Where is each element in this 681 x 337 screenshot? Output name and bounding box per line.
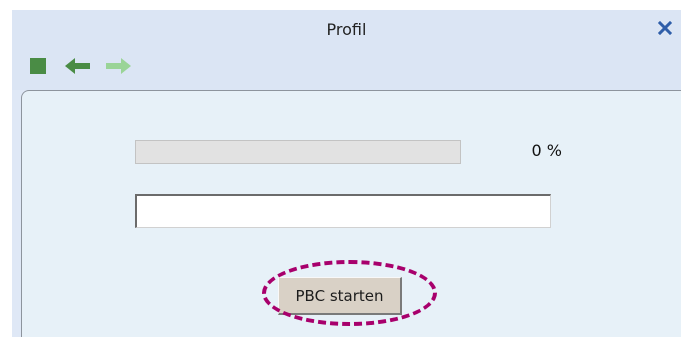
arrow-left-icon	[65, 58, 90, 74]
stop-button[interactable]	[24, 57, 52, 75]
title-bar: Profil	[12, 10, 681, 90]
window-title: Profil	[326, 20, 367, 39]
arrow-right-icon	[106, 58, 131, 74]
pbc-start-button[interactable]: PBC starten	[278, 277, 402, 315]
forward-button[interactable]	[104, 57, 132, 75]
progress-bar	[135, 140, 461, 164]
toolbar	[24, 57, 132, 75]
status-field	[135, 194, 551, 228]
stop-icon	[30, 58, 46, 74]
close-icon	[658, 21, 672, 35]
progress-percent: 0 %	[531, 141, 562, 160]
back-button[interactable]	[64, 57, 92, 75]
profile-window: Profil 0 % PBC starten	[12, 10, 681, 337]
close-button[interactable]	[656, 19, 674, 37]
content-panel: 0 % PBC starten	[21, 90, 681, 337]
